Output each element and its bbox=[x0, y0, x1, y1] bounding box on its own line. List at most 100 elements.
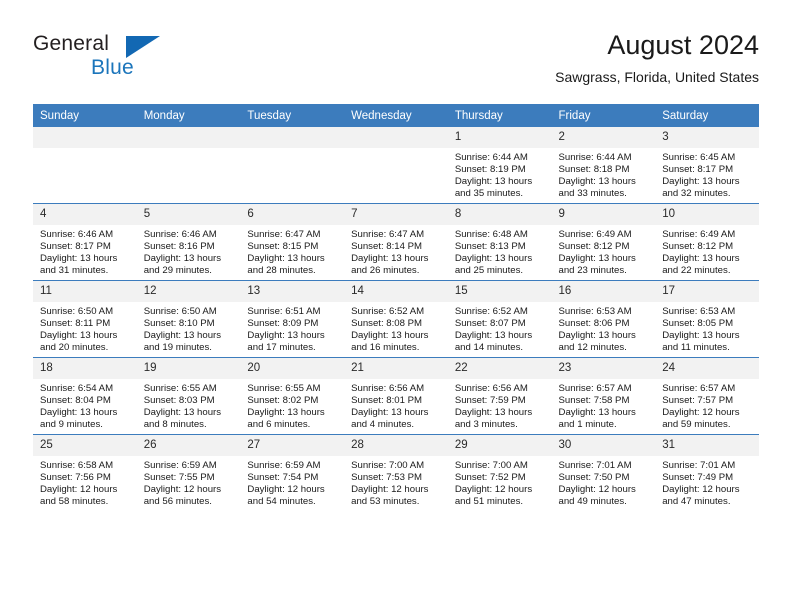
day-number: 11 bbox=[33, 281, 137, 302]
sunrise-text: Sunrise: 6:46 AM bbox=[143, 229, 217, 240]
calendar-day-cell[interactable]: 28 Sunrise: 7:00 AM Sunset: 7:53 PM Dayligh… bbox=[344, 434, 448, 511]
daylight-text: Daylight: 13 hours and 22 minutes. bbox=[662, 253, 740, 277]
calendar-day-cell[interactable]: 18 Sunrise: 6:54 AM Sunset: 8:04 PM Dayligh… bbox=[33, 357, 137, 435]
day-details: Sunrise: 7:01 AM Sunset: 7:49 PM Daylight:… bbox=[655, 456, 759, 508]
day-number: 21 bbox=[344, 358, 448, 379]
calendar-day-cell[interactable]: 11 Sunrise: 6:50 AM Sunset: 8:11 PM Dayligh… bbox=[33, 280, 137, 358]
sunset-text: Sunset: 7:56 PM bbox=[40, 472, 111, 484]
sunrise-text: Sunrise: 6:44 AM bbox=[558, 152, 632, 163]
day-details: Sunrise: 6:50 AM Sunset: 8:10 PM Daylight:… bbox=[137, 302, 241, 354]
day-number: 20 bbox=[240, 358, 345, 379]
calendar-day-cell[interactable]: 21 Sunrise: 6:56 AM Sunset: 8:01 PM Dayligh… bbox=[344, 357, 448, 435]
sunrise-text: Sunrise: 6:59 AM bbox=[143, 460, 217, 471]
sunrise-text: Sunrise: 6:56 AM bbox=[351, 383, 425, 394]
calendar-day-cell[interactable]: 9 Sunrise: 6:49 AM Sunset: 8:12 PM Daylight… bbox=[551, 203, 656, 281]
calendar-day-cell[interactable]: 27 Sunrise: 6:59 AM Sunset: 7:54 PM Dayligh… bbox=[240, 434, 345, 511]
sunset-text: Sunset: 8:18 PM bbox=[558, 164, 630, 176]
sunset-text: Sunset: 8:15 PM bbox=[247, 241, 319, 253]
sunset-text: Sunset: 7:58 PM bbox=[558, 395, 630, 407]
calendar-day-cell[interactable]: 10 Sunrise: 6:49 AM Sunset: 8:12 PM Dayligh… bbox=[655, 203, 759, 281]
calendar-day-cell[interactable]: 14 Sunrise: 6:52 AM Sunset: 8:08 PM Dayligh… bbox=[344, 280, 448, 358]
daylight-text: Daylight: 12 hours and 59 minutes. bbox=[662, 407, 740, 431]
calendar-day-cell[interactable]: 16 Sunrise: 6:53 AM Sunset: 8:06 PM Dayligh… bbox=[551, 280, 656, 358]
calendar-day-cell[interactable]: 5 Sunrise: 6:46 AM Sunset: 8:16 PM Daylight… bbox=[136, 203, 241, 281]
calendar-day-cell[interactable]: 13 Sunrise: 6:51 AM Sunset: 8:09 PM Dayligh… bbox=[240, 280, 345, 358]
daylight-text: Daylight: 13 hours and 35 minutes. bbox=[454, 176, 533, 200]
sunset-text: Sunset: 8:14 PM bbox=[351, 241, 423, 253]
day-details: Sunrise: 6:54 AM Sunset: 8:04 PM Daylight:… bbox=[33, 379, 137, 431]
day-number: 18 bbox=[33, 358, 137, 379]
general-blue-logo[interactable]: General Blue bbox=[33, 32, 233, 88]
sunrise-text: Sunrise: 6:46 AM bbox=[40, 229, 114, 240]
daylight-text: Daylight: 13 hours and 31 minutes. bbox=[40, 253, 118, 277]
day-details: Sunrise: 7:01 AM Sunset: 7:50 PM Daylight:… bbox=[552, 456, 656, 508]
sunset-text: Sunset: 8:12 PM bbox=[662, 241, 734, 253]
sunset-text: Sunset: 8:01 PM bbox=[351, 395, 423, 407]
calendar-day-cell[interactable]: 2 Sunrise: 6:44 AM Sunset: 8:18 PM Daylight… bbox=[551, 127, 656, 204]
day-number: 9 bbox=[551, 204, 656, 225]
day-details: Sunrise: 6:45 AM Sunset: 8:17 PM Daylight:… bbox=[655, 148, 759, 200]
sunset-text: Sunset: 8:12 PM bbox=[558, 241, 630, 253]
sunrise-text: Sunrise: 6:52 AM bbox=[454, 306, 528, 317]
sunrise-text: Sunrise: 6:57 AM bbox=[558, 383, 632, 394]
calendar-day-cell[interactable]: 22 Sunrise: 6:56 AM Sunset: 7:59 PM Dayligh… bbox=[447, 357, 552, 435]
sunset-text: Sunset: 8:06 PM bbox=[558, 318, 630, 330]
calendar-day-cell[interactable]: 15 Sunrise: 6:52 AM Sunset: 8:07 PM Dayligh… bbox=[447, 280, 552, 358]
day-details: Sunrise: 6:52 AM Sunset: 8:07 PM Daylight:… bbox=[448, 302, 552, 354]
day-details: Sunrise: 6:57 AM Sunset: 7:57 PM Daylight:… bbox=[655, 379, 759, 431]
calendar-day-cell[interactable]: 17 Sunrise: 6:53 AM Sunset: 8:05 PM Dayligh… bbox=[655, 280, 759, 358]
daylight-text: Daylight: 13 hours and 26 minutes. bbox=[351, 253, 429, 277]
calendar-day-cell[interactable]: 6 Sunrise: 6:47 AM Sunset: 8:15 PM Daylight… bbox=[240, 203, 345, 281]
calendar-day-cell[interactable]: 26 Sunrise: 6:59 AM Sunset: 7:55 PM Dayligh… bbox=[136, 434, 241, 511]
calendar-day-cell[interactable]: 23 Sunrise: 6:57 AM Sunset: 7:58 PM Dayligh… bbox=[551, 357, 656, 435]
calendar-day-cell[interactable]: 29 Sunrise: 7:00 AM Sunset: 7:52 PM Dayligh… bbox=[447, 434, 552, 511]
sunrise-text: Sunrise: 6:53 AM bbox=[558, 306, 632, 317]
calendar-day-cell[interactable]: 20 Sunrise: 6:55 AM Sunset: 8:02 PM Dayligh… bbox=[240, 357, 345, 435]
sunrise-sunset-calendar: Sunday Monday Tuesday Wednesday Thursday… bbox=[33, 104, 759, 511]
daylight-text: Daylight: 13 hours and 23 minutes. bbox=[558, 253, 636, 277]
calendar-week-row: 4 Sunrise: 6:46 AM Sunset: 8:17 PM Daylight… bbox=[33, 203, 759, 281]
sunrise-text: Sunrise: 6:50 AM bbox=[40, 306, 114, 317]
calendar-day-cell[interactable]: 8 Sunrise: 6:48 AM Sunset: 8:13 PM Daylight… bbox=[447, 203, 552, 281]
weekday-header-friday: Friday bbox=[551, 104, 656, 127]
calendar-day-cell[interactable]: 1 Sunrise: 6:44 AM Sunset: 8:19 PM Daylight… bbox=[447, 127, 552, 204]
day-details: Sunrise: 7:00 AM Sunset: 7:53 PM Daylight:… bbox=[344, 456, 448, 508]
calendar-day-cell[interactable]: 4 Sunrise: 6:46 AM Sunset: 8:17 PM Daylight… bbox=[33, 203, 137, 281]
day-number bbox=[33, 127, 137, 148]
sunset-text: Sunset: 8:03 PM bbox=[143, 395, 215, 407]
day-number: 31 bbox=[655, 435, 759, 456]
daylight-text: Daylight: 13 hours and 17 minutes. bbox=[247, 330, 325, 354]
sunrise-text: Sunrise: 6:55 AM bbox=[247, 383, 321, 394]
weekday-header-tuesday: Tuesday bbox=[240, 104, 345, 127]
day-details: Sunrise: 6:49 AM Sunset: 8:12 PM Daylight:… bbox=[552, 225, 656, 277]
day-number: 7 bbox=[344, 204, 448, 225]
calendar-day-cell[interactable]: 30 Sunrise: 7:01 AM Sunset: 7:50 PM Dayligh… bbox=[551, 434, 656, 511]
logo-text-general: General bbox=[33, 32, 110, 55]
calendar-day-cell[interactable]: 19 Sunrise: 6:55 AM Sunset: 8:03 PM Dayligh… bbox=[136, 357, 241, 435]
sunset-text: Sunset: 8:10 PM bbox=[143, 318, 215, 330]
daylight-text: Daylight: 13 hours and 32 minutes. bbox=[662, 176, 740, 200]
sunset-text: Sunset: 8:05 PM bbox=[662, 318, 734, 330]
day-number: 23 bbox=[551, 358, 656, 379]
calendar-day-cell[interactable]: 12 Sunrise: 6:50 AM Sunset: 8:10 PM Dayligh… bbox=[136, 280, 241, 358]
calendar-day-cell[interactable]: 7 Sunrise: 6:47 AM Sunset: 8:14 PM Daylight… bbox=[344, 203, 448, 281]
day-details: Sunrise: 6:55 AM Sunset: 8:02 PM Daylight:… bbox=[240, 379, 344, 431]
calendar-day-cell[interactable]: 24 Sunrise: 6:57 AM Sunset: 7:57 PM Dayligh… bbox=[655, 357, 759, 435]
calendar-day-cell[interactable]: 3 Sunrise: 6:45 AM Sunset: 8:17 PM Daylight… bbox=[655, 127, 759, 204]
calendar-day-cell[interactable]: 31 Sunrise: 7:01 AM Sunset: 7:49 PM Dayligh… bbox=[655, 434, 759, 511]
sunrise-text: Sunrise: 6:54 AM bbox=[40, 383, 114, 394]
day-number: 30 bbox=[551, 435, 656, 456]
day-number: 29 bbox=[447, 435, 552, 456]
day-details: Sunrise: 7:00 AM Sunset: 7:52 PM Daylight:… bbox=[448, 456, 552, 508]
day-number: 4 bbox=[33, 204, 137, 225]
calendar-day-cell-empty bbox=[33, 127, 137, 204]
day-number: 26 bbox=[136, 435, 241, 456]
day-number: 19 bbox=[136, 358, 241, 379]
daylight-text: Daylight: 13 hours and 8 minutes. bbox=[143, 407, 222, 431]
daylight-text: Daylight: 13 hours and 14 minutes. bbox=[454, 330, 533, 354]
daylight-text: Daylight: 12 hours and 49 minutes. bbox=[558, 484, 636, 508]
day-number bbox=[344, 127, 448, 148]
day-number: 3 bbox=[655, 127, 759, 148]
calendar-day-cell[interactable]: 25 Sunrise: 6:58 AM Sunset: 7:56 PM Dayligh… bbox=[33, 434, 137, 511]
day-details: Sunrise: 6:53 AM Sunset: 8:06 PM Daylight:… bbox=[552, 302, 656, 354]
